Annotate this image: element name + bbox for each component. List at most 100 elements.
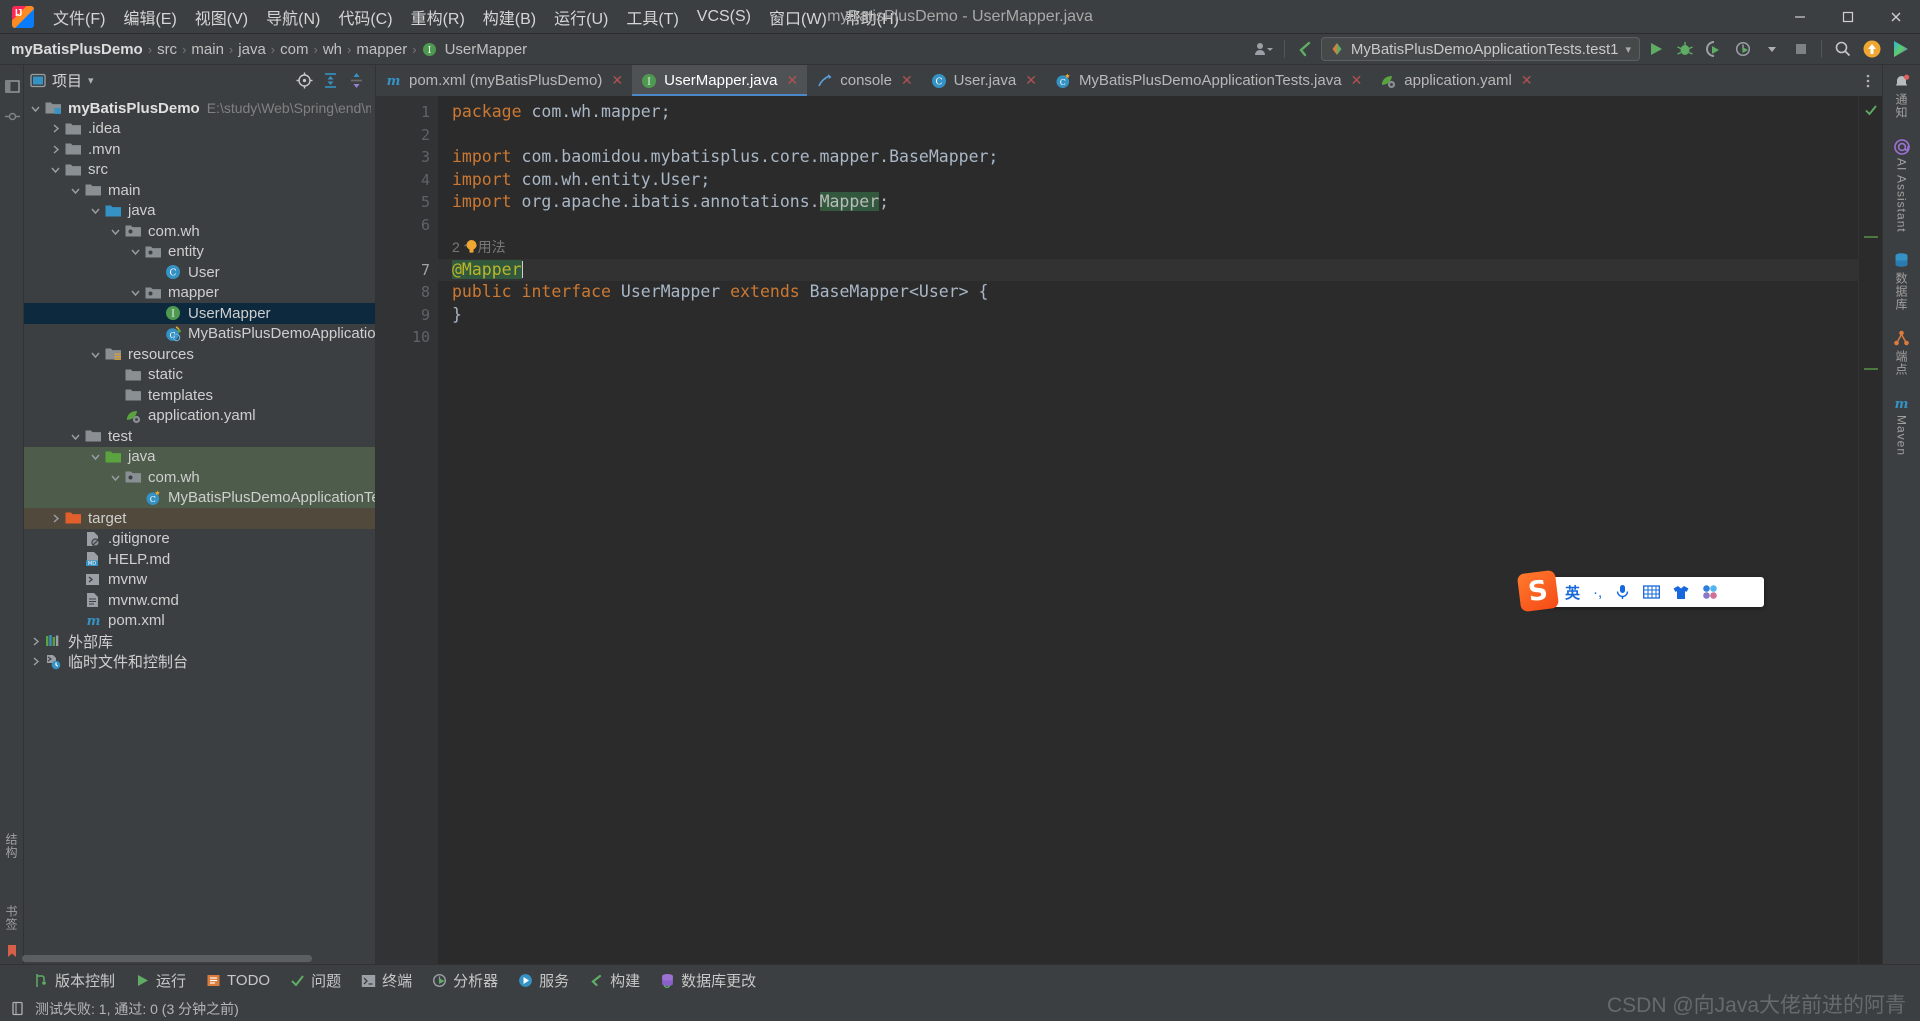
ime-punctuation-icon[interactable]: ·, (1593, 584, 1602, 601)
lightbulb-icon[interactable] (465, 239, 478, 254)
chevron-right-icon[interactable] (50, 144, 65, 155)
tree-row[interactable]: main (24, 180, 375, 201)
editor-gutter[interactable]: 1 2 3 4 5 6 7 8 9 10 (376, 96, 438, 964)
code-line[interactable] (438, 124, 1858, 147)
bottom-bar-item[interactable]: 终端 (353, 967, 420, 994)
tree-row[interactable]: C MyBatisPlusDemoApplication (24, 324, 375, 345)
close-tab-icon[interactable]: ✕ (901, 72, 913, 89)
chevron-down-icon[interactable] (90, 349, 105, 360)
tree-row[interactable]: java (24, 201, 375, 222)
menu-run[interactable]: 运行(U) (545, 1, 617, 33)
inlay-hint-text[interactable]: 2 个用法 (452, 239, 506, 255)
tree-row[interactable]: 外部库 (24, 631, 375, 652)
code-line[interactable] (438, 214, 1858, 237)
inlay-hint-usages[interactable]: 2 个用法 (438, 236, 1858, 259)
code-line[interactable]: public interface UserMapper extends Base… (438, 281, 1858, 304)
code-line[interactable]: package com.wh.mapper; (438, 101, 1858, 124)
code-line[interactable]: @Mapper (438, 258, 1858, 281)
tree-row[interactable]: java (24, 446, 375, 467)
tree-row[interactable]: myBatisPlusDemo E:\study\Web\Spring\end\m… (24, 98, 375, 119)
chevron-down-icon[interactable] (130, 287, 145, 298)
tree-row[interactable]: .gitignore (24, 529, 375, 550)
code-line[interactable] (438, 326, 1858, 349)
breadcrumb-item-src[interactable]: src (154, 41, 180, 58)
editor-tab[interactable]: C MyBatisPlusDemoApplicationTests.java ✕ (1046, 65, 1371, 96)
close-tab-icon[interactable]: ✕ (787, 72, 799, 89)
chevron-down-icon[interactable] (110, 472, 125, 483)
code-editor[interactable]: 1 2 3 4 5 6 7 8 9 10 package com.wh.mapper; import… (376, 96, 1882, 964)
ime-skin-icon[interactable] (1673, 585, 1689, 600)
menu-window[interactable]: 窗口(W) (760, 1, 836, 33)
ime-apps-icon[interactable] (1702, 584, 1718, 600)
chevron-down-icon[interactable] (90, 451, 105, 462)
scrollbar-thumb[interactable] (22, 955, 312, 962)
sogou-ime-toolbar[interactable]: S 英 ·, (1516, 569, 1764, 613)
tree-row[interactable]: C User (24, 262, 375, 283)
tree-row[interactable]: mvnw (24, 570, 375, 591)
menu-build[interactable]: 构建(B) (474, 1, 545, 33)
menu-code[interactable]: 代码(C) (329, 1, 401, 33)
project-panel-dropdown-icon[interactable]: ▾ (88, 74, 94, 87)
commit-tool-window-icon[interactable] (0, 103, 24, 129)
bottom-bar-item[interactable]: 分析器 (424, 967, 506, 994)
scroll-from-source-icon[interactable] (296, 72, 313, 89)
project-tree[interactable]: myBatisPlusDemo E:\study\Web\Spring\end\m… (24, 96, 375, 964)
search-icon[interactable] (1829, 36, 1856, 62)
chevron-down-icon[interactable] (70, 185, 85, 196)
chevron-down-icon[interactable]: ▾ (1625, 43, 1631, 56)
close-button[interactable] (1872, 0, 1920, 34)
chevron-down-icon[interactable] (90, 205, 105, 216)
tree-row[interactable]: test (24, 426, 375, 447)
project-tool-window-icon[interactable] (0, 73, 24, 99)
breadcrumb-item-com[interactable]: com (277, 41, 311, 58)
tree-row[interactable]: .idea (24, 119, 375, 140)
menu-navigate[interactable]: 导航(N) (257, 1, 329, 33)
bottom-bar-item[interactable]: 数据库更改 (652, 967, 764, 994)
tree-row[interactable]: src (24, 160, 375, 181)
bottom-bar-item[interactable]: 版本控制 (26, 967, 123, 994)
editor-tab[interactable]: I UserMapper.java ✕ (632, 65, 808, 96)
chevron-right-icon[interactable] (50, 123, 65, 134)
maximize-button[interactable] (1824, 0, 1872, 34)
chevron-down-icon[interactable] (50, 164, 65, 175)
editor-tab[interactable]: console ✕ (807, 65, 921, 96)
chevron-right-icon[interactable] (30, 656, 45, 667)
ide-feature-trainer-icon[interactable] (1887, 36, 1914, 62)
editor-tab[interactable]: C User.java ✕ (922, 65, 1046, 96)
tree-row[interactable]: entity (24, 242, 375, 263)
chevron-down-icon[interactable] (110, 226, 125, 237)
markup-mark[interactable] (1864, 236, 1878, 238)
close-tab-icon[interactable]: ✕ (611, 72, 623, 89)
run-configuration-selector[interactable]: MyBatisPlusDemoApplicationTests.test1 ▾ (1320, 37, 1640, 61)
code-content[interactable]: package com.wh.mapper; import com.baomido… (438, 96, 1858, 964)
breadcrumb-item-java[interactable]: java (235, 41, 269, 58)
chevron-down-icon[interactable] (70, 431, 85, 442)
chevron-down-icon[interactable] (130, 246, 145, 257)
minimize-button[interactable] (1776, 0, 1824, 34)
editor-markup-bar[interactable] (1858, 96, 1882, 964)
code-line[interactable]: import com.baomidou.mybatisplus.core.map… (438, 146, 1858, 169)
ime-keyboard-icon[interactable] (1643, 585, 1661, 599)
sogou-logo-icon[interactable]: S (1516, 569, 1560, 613)
update-available-icon[interactable] (1858, 36, 1885, 62)
tree-row[interactable]: com.wh (24, 221, 375, 242)
menu-tools[interactable]: 工具(T) (617, 1, 687, 33)
menu-vcs[interactable]: VCS(S) (688, 4, 760, 30)
right-strip-item[interactable]: 端点 (1891, 328, 1913, 376)
build-project-icon[interactable] (1292, 36, 1319, 62)
tree-row[interactable]: m pom.xml (24, 611, 375, 632)
close-tab-icon[interactable]: ✕ (1025, 72, 1037, 89)
close-tab-icon[interactable]: ✕ (1351, 72, 1363, 89)
menu-edit[interactable]: 编辑(E) (114, 1, 185, 33)
menu-view[interactable]: 视图(V) (186, 1, 257, 33)
close-tab-icon[interactable]: ✕ (1521, 72, 1533, 89)
right-strip-item[interactable]: 通知 (1891, 71, 1913, 119)
expand-all-icon[interactable] (322, 72, 339, 89)
tree-row[interactable]: I UserMapper (24, 303, 375, 324)
run-with-coverage-button[interactable] (1700, 36, 1727, 62)
debug-button[interactable] (1671, 36, 1698, 62)
menu-help[interactable]: 帮助(H) (836, 1, 908, 33)
tree-row[interactable]: MD HELP.md (24, 549, 375, 570)
tree-row[interactable]: static (24, 365, 375, 386)
tree-row[interactable]: .mvn (24, 139, 375, 160)
